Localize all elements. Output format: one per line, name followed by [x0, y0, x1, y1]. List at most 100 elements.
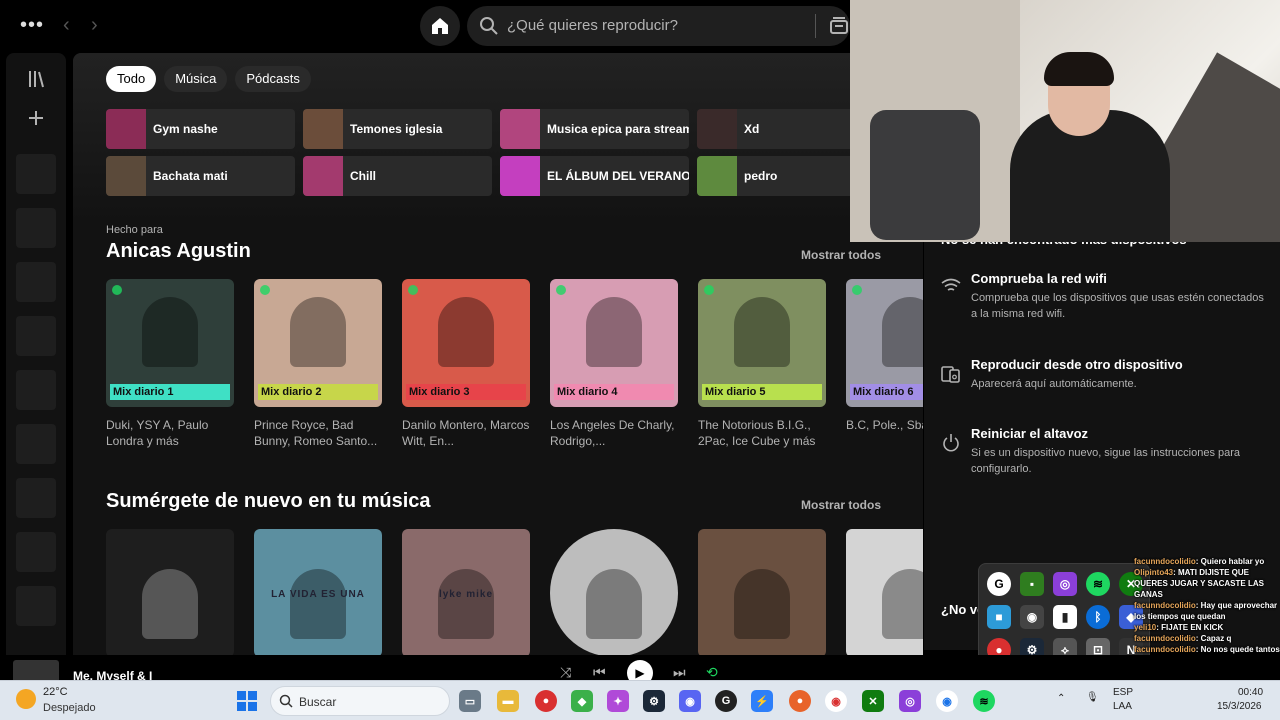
- previous-icon[interactable]: ⏮: [593, 664, 606, 681]
- discord-tray-icon[interactable]: ◉: [1020, 605, 1044, 629]
- library-item[interactable]: [16, 478, 56, 518]
- quick-access-item[interactable]: Chill: [303, 156, 492, 196]
- chat-username: facunndocolidio: [1134, 645, 1196, 654]
- mix-card[interactable]: Mix diario 2 Prince Royce, Bad Bunny, Rom…: [254, 279, 382, 449]
- back-arrow-icon[interactable]: ‹: [63, 14, 70, 37]
- weather-temperature[interactable]: 22°C: [43, 686, 68, 698]
- cover-figure: [734, 569, 790, 639]
- recent-card[interactable]: [550, 529, 678, 657]
- weather-description[interactable]: Despejado: [43, 702, 96, 714]
- section-kicker: Hecho para: [106, 224, 163, 236]
- steam-icon[interactable]: ⚙: [643, 690, 665, 712]
- proton-icon[interactable]: ◎: [1053, 572, 1077, 596]
- show-all-dive-back-link[interactable]: Mostrar todos: [801, 498, 881, 512]
- mix-card[interactable]: Mix diario 6 B.C, Pole., Sba: [846, 279, 923, 449]
- library-item[interactable]: [16, 262, 56, 302]
- recent-card[interactable]: [106, 529, 234, 657]
- recent-card-row: LA VIDA ES UNA lyke mike: [106, 529, 923, 657]
- menu-icon[interactable]: •••: [20, 14, 44, 37]
- filter-chip-all[interactable]: Todo: [106, 66, 157, 92]
- section-title-made-for[interactable]: Anicas Agustin: [106, 240, 251, 263]
- g-hub-taskbar-icon[interactable]: G: [715, 690, 737, 712]
- bluetooth-icon[interactable]: ᛒ: [1086, 605, 1110, 629]
- show-all-made-for-link[interactable]: Mostrar todos: [801, 248, 881, 262]
- recent-card[interactable]: [846, 529, 923, 657]
- spotify-taskbar-icon[interactable]: ≋: [973, 690, 995, 712]
- g-hub-icon[interactable]: G: [987, 572, 1011, 596]
- quick-access-grid: Gym nashe Temones iglesia Musica epica par…: [106, 109, 886, 196]
- forward-arrow-icon[interactable]: ›: [91, 14, 98, 37]
- chrome-icon[interactable]: ◉: [825, 690, 847, 712]
- audio-meter-icon[interactable]: ▮: [1053, 605, 1077, 629]
- file-explorer-icon[interactable]: ▬: [497, 690, 519, 712]
- quick-access-item[interactable]: Musica epica para stream: [500, 109, 689, 149]
- clock-date[interactable]: 15/3/2026: [1217, 701, 1262, 712]
- home-button[interactable]: [420, 6, 460, 46]
- quick-access-item[interactable]: Bachata mati: [106, 156, 295, 196]
- recent-card[interactable]: LA VIDA ES UNA: [254, 529, 382, 657]
- taskbar-search-input[interactable]: Buscar: [299, 695, 336, 709]
- mix-card[interactable]: Mix diario 3 Danilo Montero, Marcos Witt,…: [402, 279, 530, 449]
- mix-card[interactable]: Mix diario 5 The Notorious B.I.G., 2Pac, …: [698, 279, 826, 449]
- nvidia-icon[interactable]: ▪: [1020, 572, 1044, 596]
- library-item[interactable]: [16, 154, 56, 194]
- firefox-icon[interactable]: ●: [789, 690, 811, 712]
- chat-username: facunndocolidio: [1134, 634, 1196, 643]
- next-icon[interactable]: ⏭: [673, 664, 686, 681]
- search-bar[interactable]: ¿Qué quieres reproducir?: [467, 6, 850, 46]
- search-input[interactable]: ¿Qué quieres reproducir?: [507, 17, 678, 34]
- library-item[interactable]: [16, 208, 56, 248]
- windows-store-icon[interactable]: ■: [987, 605, 1011, 629]
- weather-moon-icon[interactable]: [16, 689, 36, 709]
- chrome-profile-icon[interactable]: ●: [535, 690, 557, 712]
- recent-card[interactable]: lyke mike: [402, 529, 530, 657]
- android-icon[interactable]: ◆: [571, 690, 593, 712]
- mix-artists: B.C, Pole., Sba: [846, 418, 923, 432]
- quick-access-item[interactable]: Gym nashe: [106, 109, 295, 149]
- xbox-app-icon[interactable]: ✕: [862, 690, 884, 712]
- library-item[interactable]: [16, 316, 56, 356]
- mix-artists: The Notorious B.I.G., 2Pac, Ice Cube y m…: [698, 418, 816, 448]
- library-item[interactable]: [16, 532, 56, 572]
- chrome-alt-icon[interactable]: ◉: [936, 690, 958, 712]
- taskbar-search[interactable]: Buscar: [270, 686, 450, 716]
- device-tip-title: Reiniciar el altavoz: [971, 426, 1089, 441]
- library-icon[interactable]: [6, 69, 66, 95]
- spotify-logo-icon: [852, 285, 862, 295]
- mix-card[interactable]: Mix diario 1 Duki, YSY A, Paulo Londra y …: [106, 279, 234, 449]
- bolt-app-icon[interactable]: ⚡: [751, 690, 773, 712]
- discord-icon[interactable]: ◉: [679, 690, 701, 712]
- repeat-icon[interactable]: ⟲: [706, 664, 718, 681]
- recent-card[interactable]: [698, 529, 826, 657]
- mix-card[interactable]: Mix diario 4 Los Angeles De Charly, Rodri…: [550, 279, 678, 449]
- library-item[interactable]: [16, 370, 56, 410]
- mix-cover: Mix diario 5: [698, 279, 826, 407]
- language-indicator[interactable]: ESP: [1113, 687, 1133, 698]
- tray-chevron-icon[interactable]: ⌃: [1057, 693, 1065, 704]
- library-item[interactable]: [16, 424, 56, 464]
- task-view-icon[interactable]: ▭: [459, 690, 481, 712]
- microphone-icon[interactable]: 🎙: [1086, 692, 1099, 703]
- device-tip-wifi: Comprueba la red wifi Comprueba que los …: [941, 270, 1271, 322]
- quick-access-item[interactable]: Temones iglesia: [303, 109, 492, 149]
- browse-icon[interactable]: [829, 16, 849, 36]
- clock-time[interactable]: 00:40: [1238, 687, 1263, 698]
- proton-app-icon[interactable]: ◎: [899, 690, 921, 712]
- cover-figure: [290, 569, 346, 639]
- spotify-tray-icon[interactable]: ≋: [1086, 572, 1110, 596]
- mix-badge: Mix diario 4: [554, 384, 674, 400]
- library-item[interactable]: [16, 586, 56, 626]
- filter-chip-podcasts[interactable]: Pódcasts: [235, 66, 311, 92]
- language-layout[interactable]: LAA: [1113, 701, 1132, 712]
- section-title-dive-back[interactable]: Sumérgete de nuevo en tu música: [106, 490, 431, 513]
- cover-figure: [882, 569, 923, 639]
- shuffle-icon[interactable]: ⤨: [560, 664, 571, 681]
- windows-start-icon[interactable]: [237, 691, 257, 711]
- device-tip-desc: Comprueba que los dispositivos que usas …: [971, 292, 1264, 320]
- add-playlist-icon[interactable]: [6, 107, 66, 133]
- quick-access-item[interactable]: EL ÁLBUM DEL VERANO: [500, 156, 689, 196]
- filter-chip-music[interactable]: Música: [164, 66, 228, 92]
- quick-access-label: Xd: [744, 122, 760, 136]
- windows-taskbar: 22°C Despejado Buscar ▭ ▬ ● ◆ ✦ ⚙ ◉ G ⚡ …: [0, 680, 1280, 720]
- copilot-icon[interactable]: ✦: [607, 690, 629, 712]
